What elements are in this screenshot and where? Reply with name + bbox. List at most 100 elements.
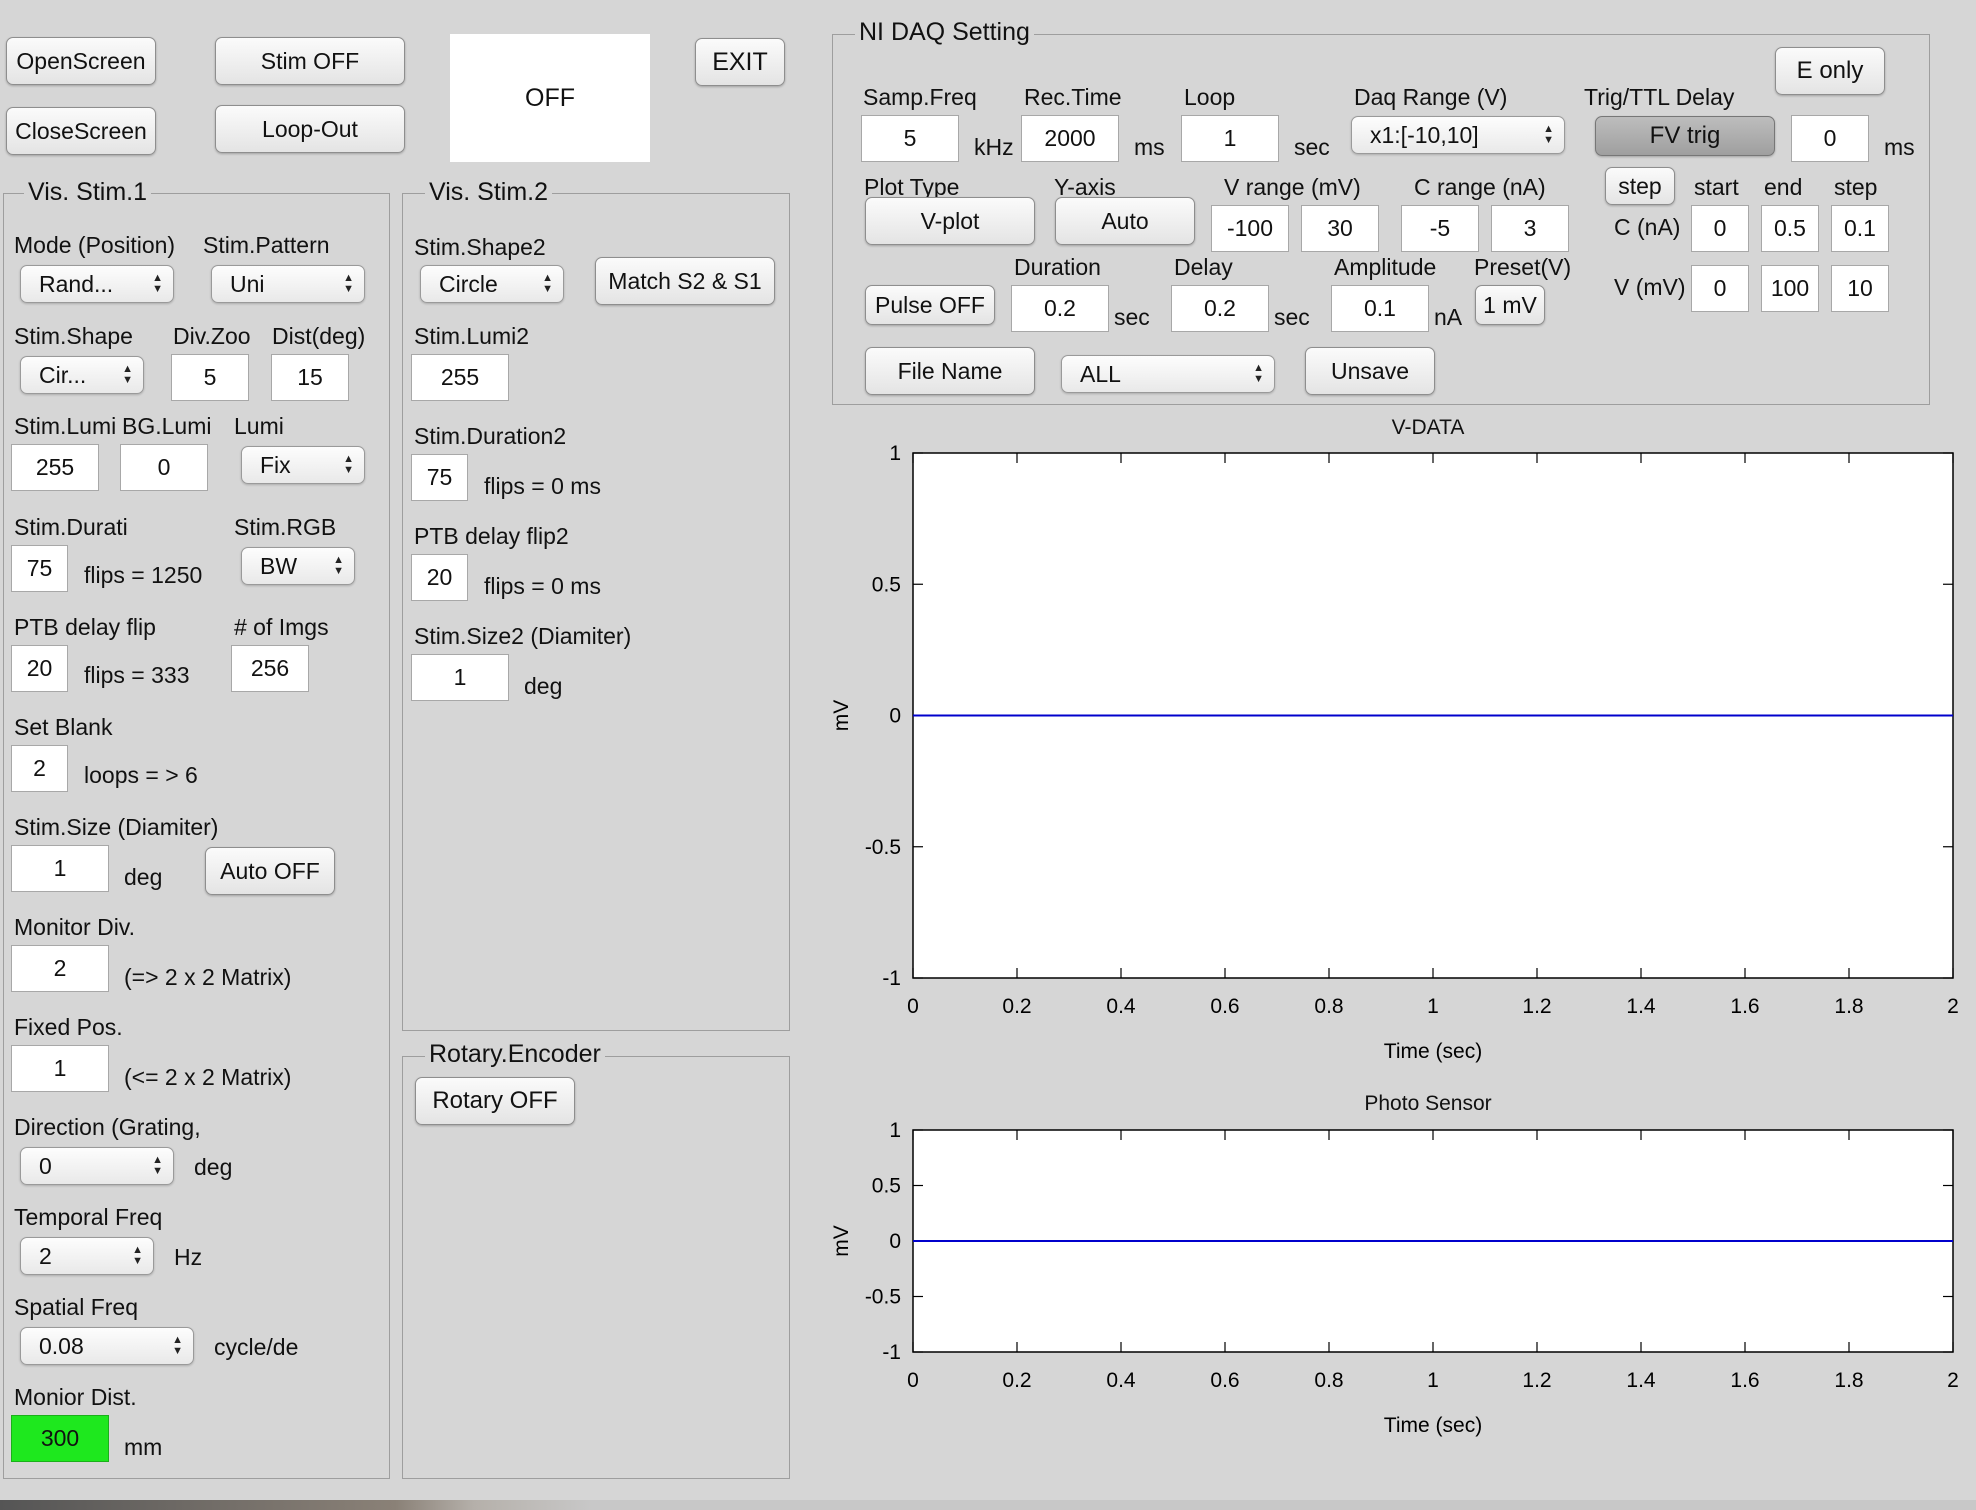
samp-field[interactable]: 5: [861, 115, 959, 162]
ptb-field[interactable]: 20: [11, 645, 68, 692]
mode-label: Mode (Position): [14, 232, 176, 258]
trig-field[interactable]: 0: [1791, 115, 1869, 162]
vrange-max-field[interactable]: 30: [1301, 205, 1379, 252]
direction-unit: deg: [194, 1154, 233, 1180]
direction-select[interactable]: 0 ▲ ▼: [20, 1147, 174, 1185]
v-step-field[interactable]: 10: [1831, 265, 1889, 312]
shape2-select[interactable]: Circle ▲ ▼: [420, 265, 564, 303]
loop-out-button[interactable]: Loop-Out: [215, 105, 405, 153]
v-start-field[interactable]: 0: [1691, 265, 1749, 312]
loop-unit: sec: [1294, 134, 1330, 160]
divzoo-field[interactable]: 5: [171, 354, 249, 401]
rec-field[interactable]: 2000: [1021, 115, 1119, 162]
c-end-field[interactable]: 0.5: [1761, 205, 1819, 252]
file-select-value: ALL: [1080, 360, 1121, 387]
file-select[interactable]: ALL ▲ ▼: [1061, 355, 1275, 393]
photo-x-tick-label: 1: [1427, 1369, 1439, 1392]
amp-field[interactable]: 0.1: [1331, 285, 1429, 332]
vdata-x-tick-label: 1.8: [1834, 995, 1863, 1018]
c-start-field[interactable]: 0: [1691, 205, 1749, 252]
vrange-min-field[interactable]: -100: [1211, 205, 1289, 252]
monitor-dist-label: Monior Dist.: [14, 1384, 137, 1410]
vdata-y-tick-label: 0: [889, 705, 901, 728]
end-label: end: [1764, 174, 1803, 200]
ptb-label: PTB delay flip: [14, 614, 156, 640]
v-end-field[interactable]: 100: [1761, 265, 1819, 312]
pulse-button[interactable]: Pulse OFF: [865, 285, 995, 325]
vis-stim-1-title: Vis. Stim.1: [24, 178, 152, 207]
imgs-field[interactable]: 256: [231, 645, 309, 692]
monitor-dist-field[interactable]: 300: [11, 1415, 109, 1462]
lumi-mode-select[interactable]: Fix ▲ ▼: [241, 446, 365, 484]
exit-button[interactable]: EXIT: [695, 38, 785, 86]
photo-x-tick-label: 1.6: [1730, 1369, 1759, 1392]
lumi2-field[interactable]: 255: [411, 354, 509, 401]
close-screen-button[interactable]: CloseScreen: [6, 107, 156, 155]
open-screen-button[interactable]: OpenScreen: [6, 37, 156, 85]
pattern-select[interactable]: Uni ▲ ▼: [211, 265, 365, 303]
daq-title: NI DAQ Setting: [855, 18, 1034, 47]
fixed-pos-field[interactable]: 1: [11, 1045, 109, 1092]
spatial-unit: cycle/de: [214, 1334, 299, 1360]
lumi-field[interactable]: 255: [11, 444, 99, 491]
c-label: C (nA): [1614, 214, 1681, 240]
unsave-button[interactable]: Unsave: [1305, 347, 1435, 395]
monitor-div-label: Monitor Div.: [14, 914, 135, 940]
temporal-select[interactable]: 2 ▲ ▼: [20, 1237, 154, 1275]
fv-trig-button[interactable]: FV trig: [1595, 116, 1775, 156]
photo-y-tick-label: 0.5: [872, 1175, 901, 1198]
rotary-off-button[interactable]: Rotary OFF: [415, 1077, 575, 1125]
select-arrows-icon: ▲ ▼: [343, 272, 354, 295]
c-step-field[interactable]: 0.1: [1831, 205, 1889, 252]
daq-range-select[interactable]: x1:[-10,10] ▲ ▼: [1351, 116, 1565, 154]
size2-field[interactable]: 1: [411, 654, 509, 701]
shape-select[interactable]: Cir... ▲ ▼: [20, 356, 144, 394]
photo-y-tick-label: 0: [889, 1230, 901, 1253]
crange-max-field[interactable]: 3: [1491, 205, 1569, 252]
vdata-y-axis-label: mV: [830, 700, 853, 732]
select-arrows-icon: ▲ ▼: [542, 272, 553, 295]
fixed-pos-label: Fixed Pos.: [14, 1014, 123, 1040]
match-s2-s1-button[interactable]: Match S2 & S1: [595, 257, 775, 305]
lumi-mode-select-value: Fix: [260, 451, 291, 478]
spatial-select[interactable]: 0.08 ▲ ▼: [20, 1327, 194, 1365]
direction-select-value: 0: [39, 1152, 52, 1179]
file-name-button[interactable]: File Name: [865, 347, 1035, 395]
photo-x-tick-label: 0: [907, 1369, 919, 1392]
duration-field-daq[interactable]: 0.2: [1011, 285, 1109, 332]
amp-unit: nA: [1434, 304, 1463, 330]
select-arrows-icon: ▲ ▼: [333, 554, 344, 577]
ptb-note: flips = 333: [84, 662, 190, 688]
duration2-field[interactable]: 75: [411, 454, 468, 501]
monitor-div-field[interactable]: 2: [11, 945, 109, 992]
range-label: Daq Range (V): [1354, 84, 1508, 110]
trig-unit: ms: [1884, 134, 1915, 160]
stim-off-button[interactable]: Stim OFF: [215, 37, 405, 85]
plot-type-button[interactable]: V-plot: [865, 197, 1035, 245]
direction-label: Direction (Grating,: [14, 1114, 201, 1140]
amp-label: Amplitude: [1334, 254, 1437, 280]
preset-button[interactable]: 1 mV: [1475, 285, 1545, 325]
rgb-select[interactable]: BW ▲ ▼: [241, 547, 355, 585]
size2-label: Stim.Size2 (Diamiter): [414, 623, 632, 649]
delay-field[interactable]: 0.2: [1171, 285, 1269, 332]
e-only-button[interactable]: E only: [1775, 47, 1885, 95]
duration-note: flips = 1250: [84, 562, 203, 588]
crange-min-field[interactable]: -5: [1401, 205, 1479, 252]
size-field[interactable]: 1: [11, 845, 109, 892]
ptb2-field[interactable]: 20: [411, 554, 468, 601]
photo-x-tick-label: 1.2: [1522, 1369, 1551, 1392]
mode-select[interactable]: Rand... ▲ ▼: [20, 265, 174, 303]
dist-field[interactable]: 15: [271, 354, 349, 401]
step-button[interactable]: step: [1605, 167, 1675, 205]
duration-field[interactable]: 75: [11, 545, 68, 592]
rgb-select-value: BW: [260, 552, 298, 579]
loop-label: Loop: [1184, 84, 1236, 110]
auto-off-button[interactable]: Auto OFF: [205, 847, 335, 895]
loop-field[interactable]: 1: [1181, 115, 1279, 162]
vdata-title: V-DATA: [1391, 416, 1465, 439]
yaxis-button[interactable]: Auto: [1055, 197, 1195, 245]
blank-field[interactable]: 2: [11, 745, 68, 792]
bglumi-field[interactable]: 0: [120, 444, 208, 491]
monitor-dist-unit: mm: [124, 1434, 163, 1460]
